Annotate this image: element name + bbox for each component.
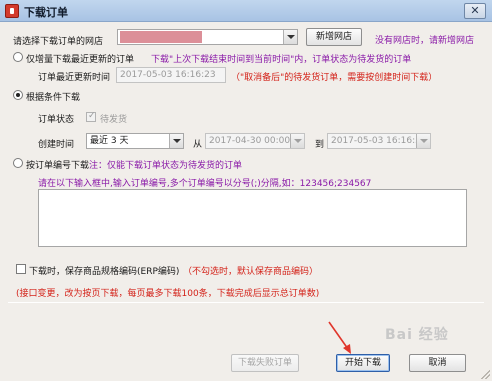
incremental-warning: （"取消备后"的待发货订单，需要按创建时间下载） [231, 73, 438, 83]
condition-label: 根据条件下载 [26, 93, 81, 103]
save-erp-code-note: （不勾选时，默认保存商品编码） [183, 267, 319, 277]
last-update-label: 订单最近更新时间 [38, 73, 111, 83]
calendar-dropdown-icon[interactable] [290, 134, 304, 148]
by-number-note: 注：仅能下载订单状态为待发货的订单 [89, 161, 243, 171]
new-store-button[interactable]: 新增网店 [306, 28, 362, 46]
to-label: 到 [315, 140, 325, 150]
resize-grip[interactable] [480, 369, 490, 379]
store-select[interactable] [117, 29, 298, 45]
app-icon [5, 4, 19, 18]
incremental-label: 仅增量下载最近更新的订单 [26, 55, 135, 65]
to-date-value: 2017-05-03 16:16:34 [331, 136, 427, 146]
from-label: 从 [193, 140, 203, 150]
annotation-arrow [328, 321, 351, 354]
calendar-dropdown-icon[interactable] [416, 134, 430, 148]
interface-notice: (接口变更，改为按页下载，每页最多下载100条，下载完成后显示总订单数) [16, 289, 320, 299]
window-title: 下载订单 [24, 6, 68, 19]
incremental-radio[interactable] [13, 52, 23, 62]
save-erp-code-label: 下载时，保存商品规格编码(ERP编码) [29, 267, 180, 277]
by-number-radio[interactable] [13, 158, 23, 168]
by-number-label: 按订单编号下载 [26, 161, 90, 171]
chevron-down-icon[interactable] [283, 30, 297, 44]
title-bar [0, 0, 492, 22]
range-select[interactable]: 最近 3 天 [86, 133, 184, 149]
start-download-button[interactable]: 开始下载 [336, 354, 390, 372]
watermark: Bai 经验 [385, 327, 449, 343]
store-hint: 没有网店时，请新增网店 [375, 36, 475, 46]
footer-separator [8, 302, 484, 303]
chevron-down-icon[interactable] [169, 134, 183, 148]
from-date-field[interactable]: 2017-04-30 00:00:00 [205, 133, 305, 149]
status-checkbox [86, 111, 96, 122]
to-date-field[interactable]: 2017-05-03 16:16:34 [327, 133, 431, 149]
status-label: 订单状态 [38, 115, 75, 125]
last-update-field: 2017-05-03 16:16:23 [116, 67, 226, 83]
by-number-instruction: 请在以下输入框中,输入订单编号,多个订单编号以分号(;)分隔,如：123456;… [38, 179, 372, 189]
download-failed-button[interactable]: 下载失败订单 [231, 354, 299, 372]
order-number-input[interactable] [38, 189, 467, 247]
save-erp-code-checkbox[interactable] [16, 264, 26, 274]
store-select-value [120, 31, 202, 43]
cancel-button[interactable]: 取消 [409, 354, 466, 372]
range-select-value: 最近 3 天 [90, 136, 129, 146]
condition-radio[interactable] [13, 90, 23, 100]
created-label: 创建时间 [38, 140, 75, 150]
incremental-note: 下载"上次下载结束时间到当前时间"内，订单状态为待发货的订单 [151, 55, 412, 65]
store-label: 请选择下载订单的网店 [13, 37, 104, 47]
status-option: 待发货 [100, 115, 128, 125]
close-button[interactable]: ✕ [464, 3, 486, 19]
